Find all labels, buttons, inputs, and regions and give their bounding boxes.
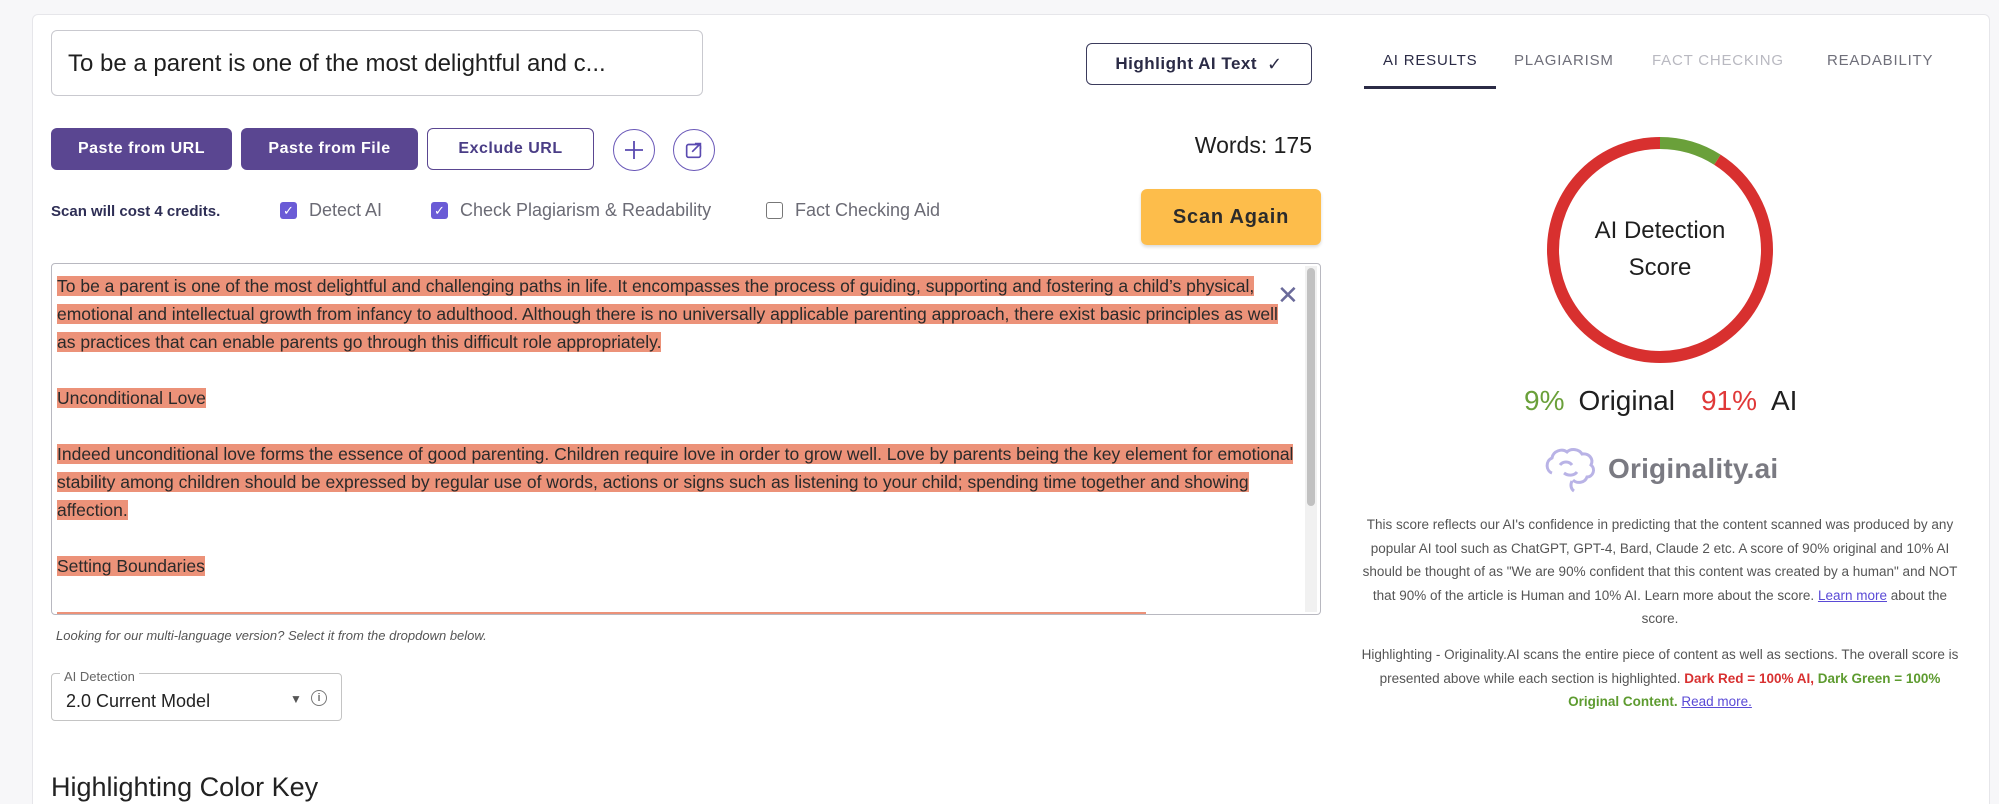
language-note: Looking for our multi-language version? …	[56, 628, 487, 643]
plagiarism-readability-option[interactable]: ✓ Check Plagiarism & Readability	[431, 200, 711, 221]
learn-more-link[interactable]: Learn more	[1818, 588, 1887, 603]
close-icon[interactable]: ✕	[1277, 280, 1299, 311]
tab-fact-checking[interactable]: FACT CHECKING	[1652, 52, 1784, 69]
scan-cost-note: Scan will cost 4 credits.	[51, 203, 221, 220]
paragraph-1: To be a parent is one of the most deligh…	[57, 276, 1278, 352]
ai-label: AI	[1771, 385, 1798, 416]
fact-checking-label: Fact Checking Aid	[795, 200, 941, 220]
paragraph-3-partial: ........................................…	[57, 612, 1147, 614]
score-description: This score reflects our AI's confidence …	[1356, 513, 1964, 631]
original-percent: 9%	[1524, 385, 1565, 416]
highlight-label: Highlight AI Text	[1115, 54, 1258, 73]
ai-percent: 91%	[1700, 385, 1757, 416]
score-summary: 9% Original 91% AI	[1524, 385, 1798, 417]
read-more-link[interactable]: Read more.	[1681, 694, 1752, 709]
model-select-legend: AI Detection	[60, 669, 139, 684]
detect-ai-checkbox[interactable]: ✓	[280, 202, 297, 219]
brain-icon	[1545, 448, 1596, 493]
tab-readability[interactable]: READABILITY	[1827, 52, 1933, 69]
scan-again-button[interactable]: Scan Again	[1141, 189, 1321, 245]
check-icon: ✓	[1267, 53, 1283, 74]
model-select-value[interactable]: 2.0 Current Model	[66, 691, 210, 712]
heading-setting-boundaries: Setting Boundaries	[57, 556, 205, 576]
tab-plagiarism[interactable]: PLAGIARISM	[1514, 52, 1614, 69]
chevron-down-icon[interactable]: ▼	[290, 692, 302, 706]
color-key-heading: Highlighting Color Key	[51, 772, 319, 802]
add-icon[interactable]	[613, 129, 655, 171]
highlight-ai-text-button[interactable]: Highlight AI Text ✓	[1086, 43, 1312, 85]
plagiarism-label: Check Plagiarism & Readability	[460, 200, 712, 220]
paragraph-2: Indeed unconditional love forms the esse…	[57, 444, 1294, 520]
paste-from-url-button[interactable]: Paste from URL	[51, 128, 232, 170]
detect-ai-option[interactable]: ✓ Detect AI	[280, 200, 382, 221]
active-tab-indicator	[1364, 86, 1496, 89]
detect-ai-label: Detect AI	[309, 200, 383, 220]
info-icon[interactable]: i	[311, 690, 327, 706]
word-count: Words: 175	[1194, 132, 1312, 158]
title-input[interactable]: To be a parent is one of the most deligh…	[51, 30, 703, 96]
originality-logo: Originality.ai	[1542, 445, 1778, 493]
paste-from-file-button[interactable]: Paste from File	[241, 128, 418, 170]
tab-ai-results[interactable]: AI RESULTS	[1383, 52, 1477, 69]
original-label: Original	[1578, 385, 1675, 416]
content-text: To be a parent is one of the most deligh…	[57, 272, 1297, 614]
plagiarism-checkbox[interactable]: ✓	[431, 202, 448, 219]
donut-label: AI Detection Score	[1540, 212, 1780, 286]
scrollbar-thumb[interactable]	[1307, 268, 1315, 506]
dark-red-legend: Dark Red = 100% AI,	[1684, 670, 1814, 686]
share-icon[interactable]	[673, 129, 715, 171]
fact-checking-option[interactable]: Fact Checking Aid	[766, 200, 940, 221]
fact-checking-checkbox[interactable]	[766, 202, 783, 219]
donut-label-line1: AI Detection	[1594, 217, 1726, 244]
heading-unconditional-love: Unconditional Love	[57, 388, 206, 408]
highlighting-description: Highlighting - Originality.AI scans the …	[1356, 643, 1964, 714]
donut-label-line2: Score	[1628, 254, 1692, 281]
content-textarea[interactable]: To be a parent is one of the most deligh…	[51, 263, 1321, 615]
logo-text: Originality.ai	[1608, 453, 1779, 484]
exclude-url-button[interactable]: Exclude URL	[427, 128, 594, 170]
